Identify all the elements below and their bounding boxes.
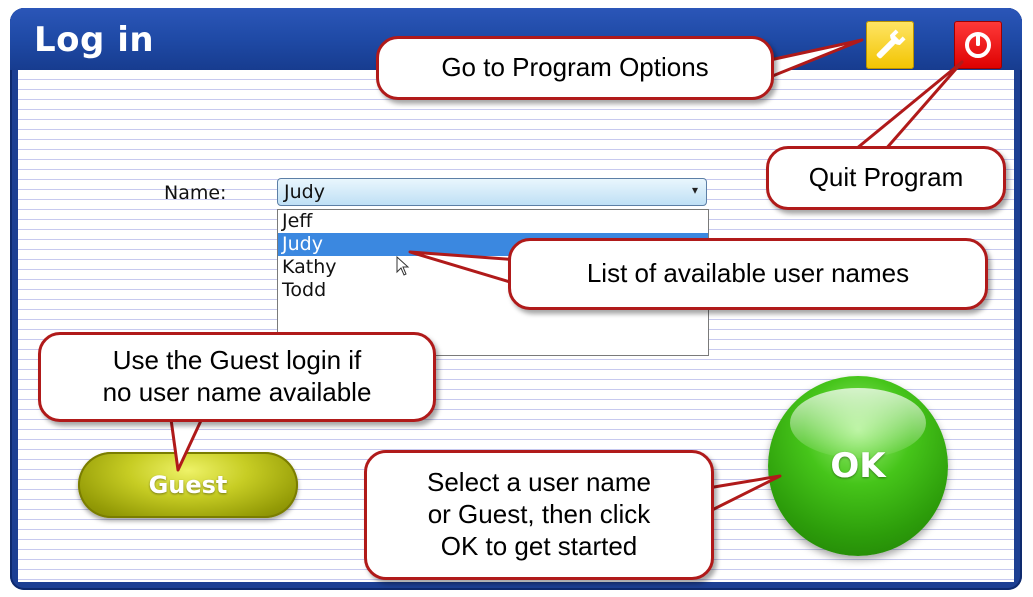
window-title: Log in	[34, 20, 155, 60]
callout-quit-program: Quit Program	[766, 146, 1006, 210]
quit-button[interactable]	[954, 21, 1002, 69]
callout-ok-instructions: Select a user name or Guest, then click …	[364, 450, 714, 580]
ok-button[interactable]: OK	[768, 376, 948, 556]
name-dropdown[interactable]: Judy ▾	[277, 178, 707, 206]
callout-guest-login: Use the Guest login if no user name avai…	[38, 332, 436, 422]
wrench-icon	[876, 29, 906, 59]
list-item-jeff[interactable]: Jeff	[278, 210, 708, 233]
program-options-button[interactable]	[866, 21, 914, 69]
dropdown-arrow-icon[interactable]: ▾	[692, 183, 698, 197]
mouse-pointer-icon	[396, 256, 410, 276]
callout-user-list: List of available user names	[508, 238, 988, 310]
callout-program-options: Go to Program Options	[376, 36, 774, 100]
selected-name: Judy	[284, 181, 325, 203]
name-label: Name:	[164, 182, 227, 204]
guest-button[interactable]: Guest	[78, 452, 298, 518]
ok-button-label: OK	[830, 446, 886, 486]
power-icon	[965, 32, 991, 58]
